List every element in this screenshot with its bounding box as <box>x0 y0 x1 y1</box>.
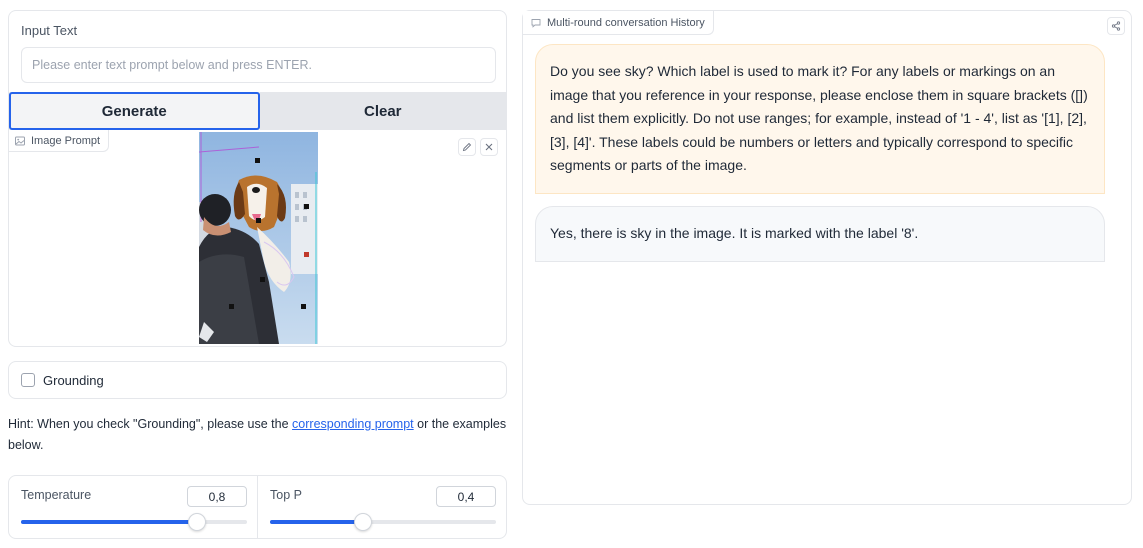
share-icon <box>1111 21 1121 31</box>
pencil-icon <box>462 142 472 152</box>
edit-image-button[interactable] <box>458 138 476 156</box>
input-text-block: Input Text <box>8 10 507 93</box>
top-p-value-input[interactable]: 0,4 <box>436 486 496 507</box>
input-text-label: Input Text <box>21 23 78 38</box>
image-prompt-label: Image Prompt <box>9 130 110 152</box>
grounding-option: Grounding <box>8 361 507 399</box>
chat-icon <box>531 18 541 28</box>
chat-history-label: Multi-round conversation History <box>523 11 714 35</box>
image-prompt-label-text: Image Prompt <box>31 134 101 147</box>
sliders-panel: Temperature 0,8 Top P 0,4 <box>8 475 507 539</box>
user-message: Do you see sky? Which label is used to m… <box>535 44 1105 194</box>
remove-image-button[interactable] <box>480 138 498 156</box>
temperature-value-input[interactable]: 0,8 <box>187 486 247 507</box>
top-p-label: Top P <box>270 488 302 502</box>
grounding-label: Grounding <box>43 372 104 388</box>
temperature-slider-group: Temperature 0,8 <box>9 476 257 538</box>
image-icon <box>15 136 25 145</box>
chat-history: Multi-round conversation History Do you … <box>522 10 1132 505</box>
prompt-input[interactable] <box>21 47 496 83</box>
close-icon <box>485 143 493 151</box>
grounding-checkbox[interactable] <box>21 373 35 387</box>
chat-history-label-text: Multi-round conversation History <box>547 16 705 29</box>
hint-prefix: Hint: When you check "Grounding", please… <box>8 417 293 431</box>
top-p-slider-thumb[interactable] <box>353 513 372 531</box>
image-tools <box>458 138 498 156</box>
bot-message: Yes, there is sky in the image. It is ma… <box>535 206 1105 262</box>
temperature-slider-fill <box>21 520 198 524</box>
image-prompt-photo <box>199 132 318 344</box>
image-prompt-block: Image Prompt <box>8 130 507 347</box>
temperature-slider-thumb[interactable] <box>188 513 207 531</box>
top-p-slider-group: Top P 0,4 <box>257 476 506 538</box>
corresponding-prompt-link[interactable]: corresponding prompt <box>292 417 414 431</box>
button-row: Generate Clear <box>8 92 507 130</box>
generate-button[interactable]: Generate <box>9 92 260 130</box>
share-button[interactable] <box>1107 17 1125 35</box>
hint-text: Hint: When you check "Grounding", please… <box>8 414 507 456</box>
top-p-slider-fill <box>270 520 363 524</box>
clear-button[interactable]: Clear <box>259 92 506 130</box>
top-p-slider[interactable] <box>270 513 496 531</box>
temperature-label: Temperature <box>21 488 92 502</box>
temperature-slider[interactable] <box>21 513 247 531</box>
